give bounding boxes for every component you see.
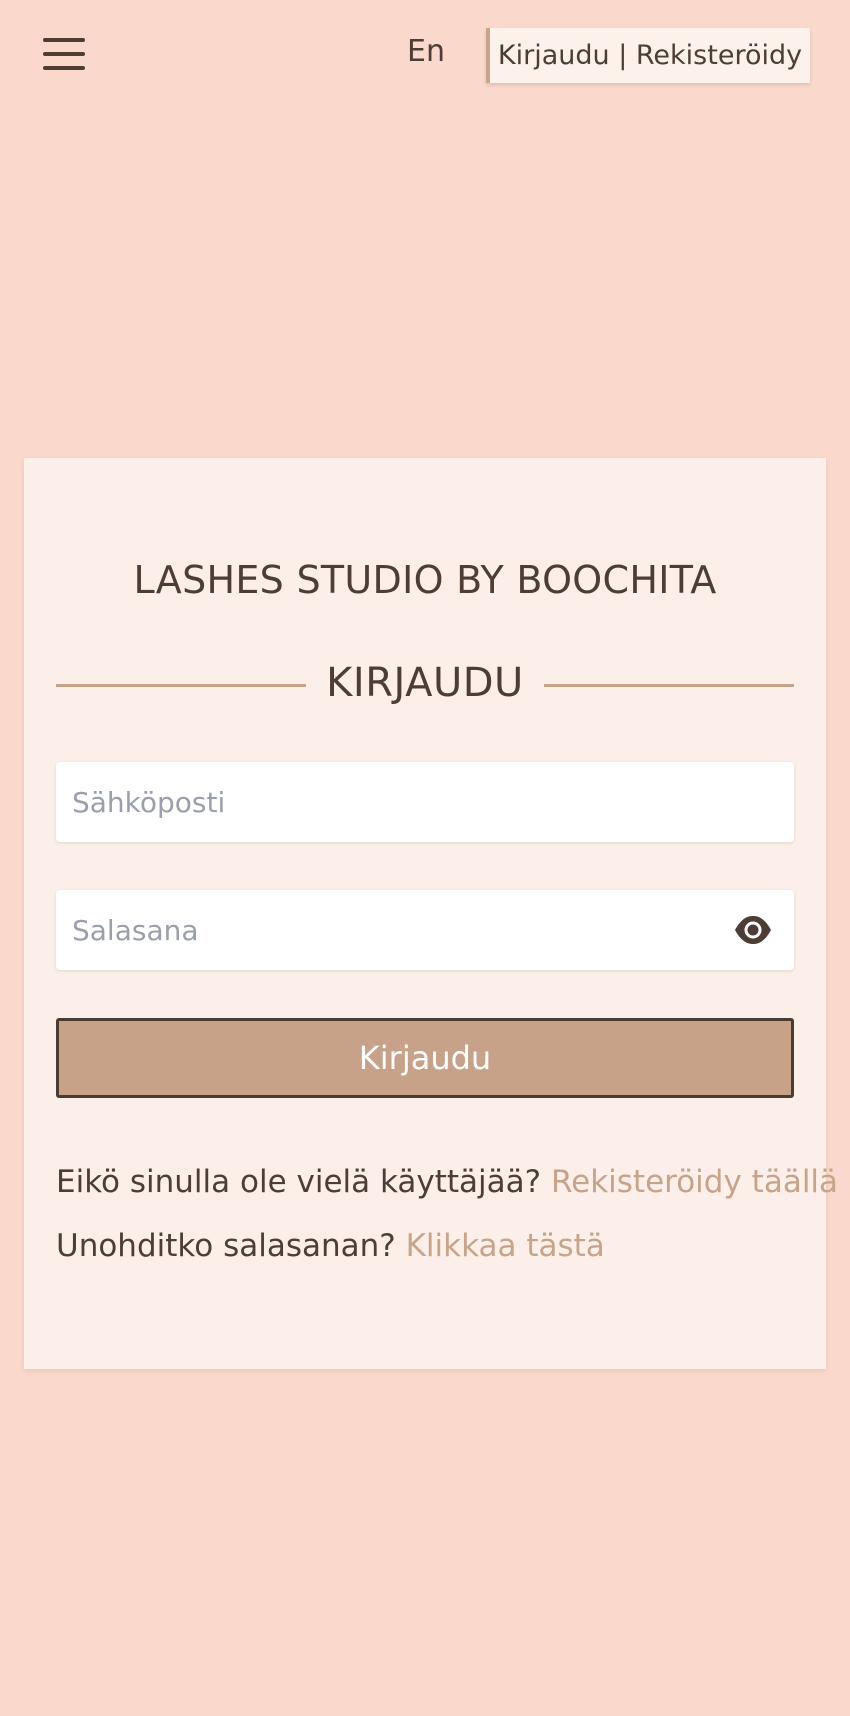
divider-right <box>544 684 794 687</box>
login-submit-button[interactable]: Kirjaudu <box>56 1018 794 1098</box>
studio-title: LASHES STUDIO BY BOOCHITA <box>133 558 717 602</box>
eye-icon-svg <box>735 916 771 944</box>
language-switcher[interactable]: En <box>407 34 445 69</box>
email-field-container <box>56 762 794 842</box>
page: En Kirjaudu | Rekisteröidy LASHES STUDIO… <box>0 0 850 1716</box>
forgot-password-prompt: Unohditko salasanan? <box>56 1228 396 1264</box>
login-register-link[interactable]: Kirjaudu | Rekisteröidy <box>486 28 810 83</box>
register-link[interactable]: Rekisteröidy täällä <box>551 1164 838 1200</box>
register-prompt: Eikö sinulla ole vielä käyttäjää? <box>56 1164 542 1200</box>
register-line: Eikö sinulla ole vielä käyttäjää? Rekist… <box>56 1164 838 1200</box>
hamburger-menu-icon[interactable] <box>43 38 87 72</box>
menu-bar <box>43 52 85 56</box>
login-heading: KIRJAUDU <box>326 660 524 706</box>
menu-bar <box>43 38 85 42</box>
email-field[interactable] <box>56 762 794 842</box>
eye-icon[interactable] <box>734 913 772 947</box>
menu-bar <box>43 66 85 70</box>
forgot-password-link[interactable]: Klikkaa tästä <box>406 1228 605 1264</box>
login-card: LASHES STUDIO BY BOOCHITA KIRJAUDU Kirja… <box>24 458 838 1369</box>
forgot-password-line: Unohditko salasanan? Klikkaa tästä <box>56 1228 605 1264</box>
password-field[interactable] <box>56 890 794 970</box>
divider-left <box>56 684 306 687</box>
password-field-container <box>56 890 794 970</box>
